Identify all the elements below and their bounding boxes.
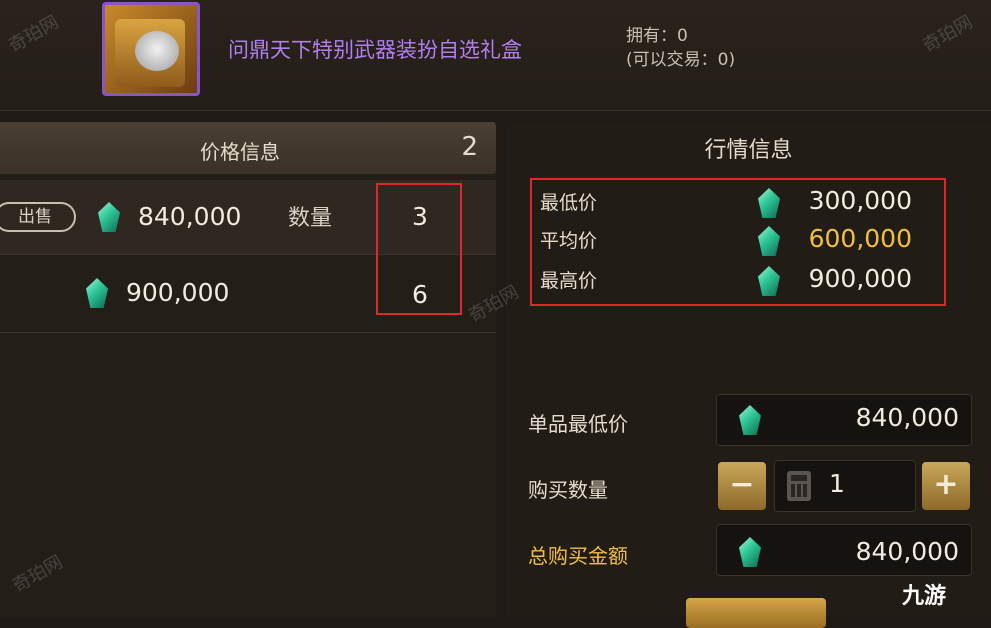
plus-button[interactable]: + [922, 462, 970, 510]
gem-icon [739, 405, 761, 435]
total-amount-value: 840,000 [855, 537, 959, 566]
calculator-icon[interactable] [787, 471, 811, 501]
owned-count: 拥有：0 [626, 26, 688, 46]
quantity-value: 1 [829, 469, 845, 498]
market-info-title: 行情信息 [704, 138, 793, 163]
price-info-title: 价格信息 [200, 140, 280, 164]
mask-shape [135, 31, 179, 71]
unit-min-price-value: 840,000 [855, 403, 959, 432]
listing-price: 900,000 [126, 278, 230, 307]
highlight-box [376, 183, 462, 315]
listing-count: 2 [461, 132, 478, 162]
sell-tag: 出售 [0, 202, 76, 232]
item-name: 问鼎天下特别武器装扮自选礼盒 [228, 38, 522, 62]
gem-icon [98, 202, 120, 232]
unit-min-price-label: 单品最低价 [528, 412, 628, 436]
item-gift-box-icon[interactable] [102, 2, 200, 96]
item-header: 问鼎天下特别武器装扮自选礼盒 拥有：0 (可以交易：0) [0, 0, 991, 111]
gem-icon [86, 278, 108, 308]
market-info-panel: 行情信息 最低价 300,000 平均价 600,000 最高价 900,000… [506, 122, 991, 617]
unit-min-price-field: 840,000 [716, 394, 972, 446]
highlight-box [530, 178, 946, 306]
price-info-header: 价格信息 2 [0, 122, 496, 174]
gem-icon [739, 537, 761, 567]
buy-quantity-label: 购买数量 [528, 478, 608, 502]
plus-icon: + [933, 467, 959, 502]
minus-button[interactable]: − [718, 462, 766, 510]
listing-price: 840,000 [138, 202, 242, 231]
price-info-panel: 价格信息 2 出售 840,000 数量 3 900,000 6 [0, 122, 496, 617]
buy-button[interactable] [686, 598, 826, 628]
tradable-count: (可以交易：0) [626, 50, 736, 70]
quantity-input[interactable]: 1 [774, 460, 916, 512]
total-amount-field: 840,000 [716, 524, 972, 576]
ownership-info: 拥有：0 (可以交易：0) [626, 24, 735, 72]
site-logo: 九游 [902, 584, 947, 609]
total-amount-label: 总购买金额 [528, 544, 628, 568]
quantity-label: 数量 [288, 206, 333, 231]
minus-icon: − [729, 467, 755, 502]
